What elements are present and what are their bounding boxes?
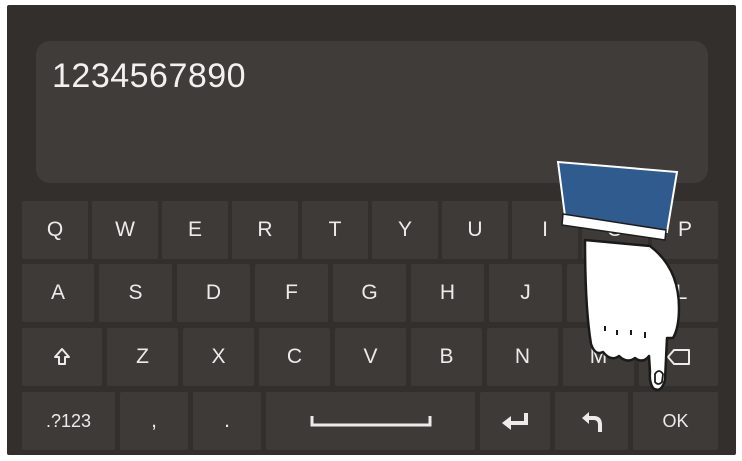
key-period[interactable]: . (193, 392, 261, 450)
key-a[interactable]: A (22, 264, 94, 322)
keyboard-row-3: Z X C V B N M (22, 328, 718, 386)
key-v[interactable]: V (335, 328, 406, 386)
keyboard-row-1: Q W E R T Y U I O P (22, 201, 718, 259)
key-j[interactable]: J (489, 264, 562, 322)
key-r[interactable]: R (232, 201, 298, 259)
key-m[interactable]: M (563, 328, 634, 386)
key-t[interactable]: T (302, 201, 368, 259)
key-shift[interactable] (22, 328, 102, 386)
key-symbols[interactable]: .?123 (22, 392, 115, 450)
key-y[interactable]: Y (372, 201, 438, 259)
key-x[interactable]: X (183, 328, 254, 386)
key-w[interactable]: W (92, 201, 158, 259)
keyboard-row-2: A S D F G H J K L (22, 264, 718, 322)
undo-arrow-icon (581, 412, 602, 432)
backspace-icon (666, 349, 690, 365)
key-h[interactable]: H (411, 264, 484, 322)
key-backspace[interactable] (639, 328, 718, 386)
key-c[interactable]: C (259, 328, 330, 386)
key-d[interactable]: D (177, 264, 250, 322)
key-l[interactable]: L (645, 264, 718, 322)
keyboard-row-4: .?123 , . OK (22, 392, 718, 450)
key-undo[interactable] (555, 392, 628, 450)
key-u[interactable]: U (442, 201, 508, 259)
key-g[interactable]: G (333, 264, 406, 322)
key-p[interactable]: P (652, 201, 718, 259)
key-k[interactable]: K (567, 264, 640, 322)
enter-return-icon (502, 413, 528, 430)
key-comma[interactable]: , (120, 392, 188, 450)
text-display: 1234567890 (36, 41, 708, 183)
key-q[interactable]: Q (22, 201, 88, 259)
spacebar-icon (310, 416, 431, 427)
key-s[interactable]: S (99, 264, 172, 322)
keyboard-panel: 1234567890 Q W E R T Y U I O P A S D F G… (7, 5, 736, 455)
key-f[interactable]: F (255, 264, 328, 322)
key-space[interactable] (266, 392, 475, 450)
key-o[interactable]: O (582, 201, 648, 259)
key-z[interactable]: Z (107, 328, 178, 386)
entered-text: 1234567890 (52, 57, 247, 95)
shift-arrow-icon (54, 348, 70, 365)
key-b[interactable]: B (411, 328, 482, 386)
key-enter[interactable] (480, 392, 550, 450)
key-e[interactable]: E (162, 201, 228, 259)
key-ok[interactable]: OK (633, 392, 718, 450)
key-i[interactable]: I (512, 201, 578, 259)
key-n[interactable]: N (487, 328, 558, 386)
